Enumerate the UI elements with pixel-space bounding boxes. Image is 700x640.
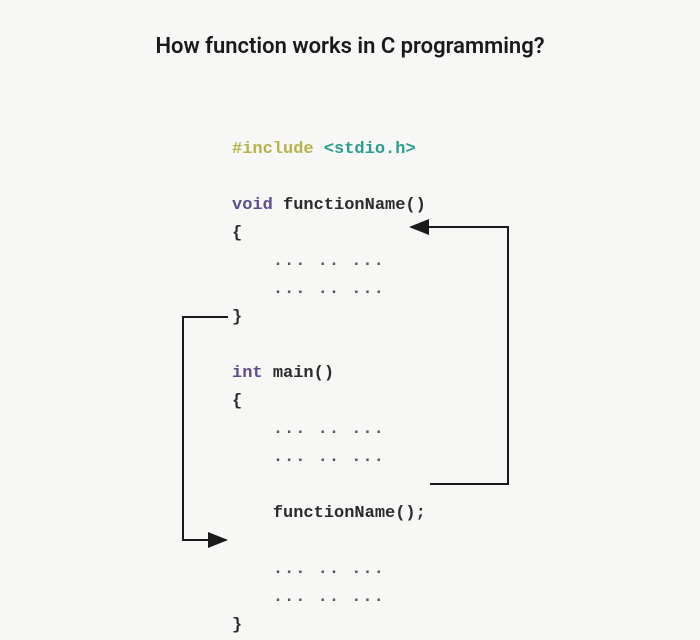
return-to-main-arrow [183,317,228,540]
call-to-function-arrow [411,227,508,484]
flow-arrows [0,0,700,622]
